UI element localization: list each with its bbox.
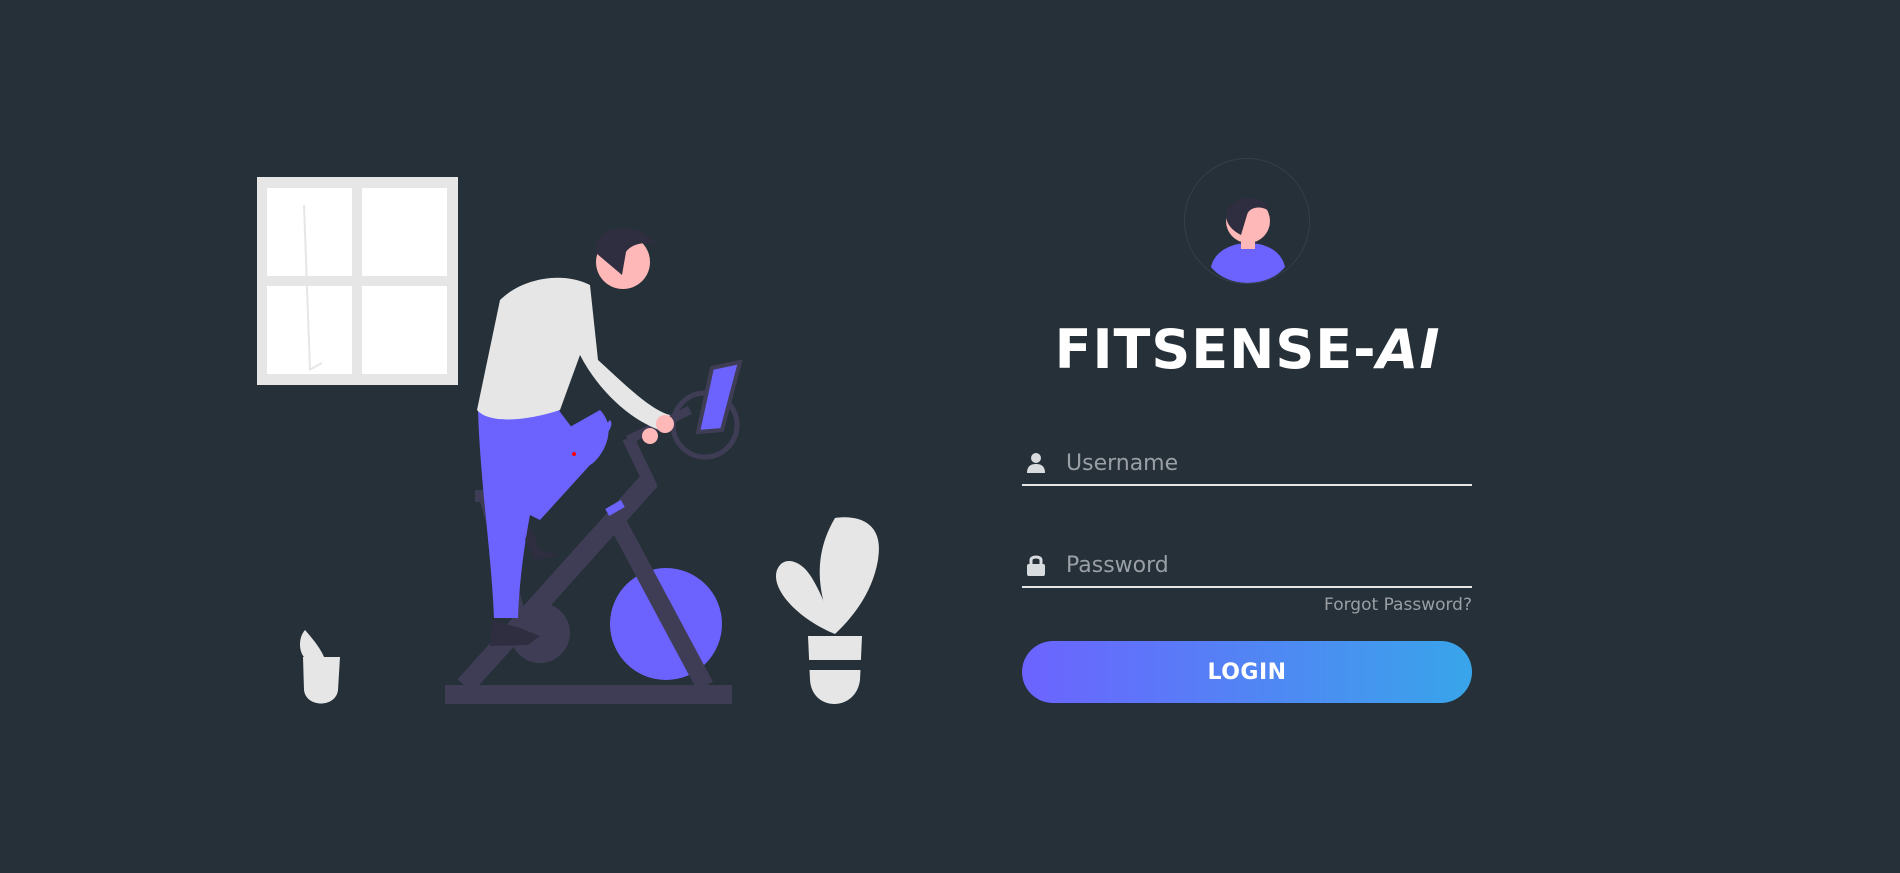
fitness-illustration <box>257 177 880 704</box>
user-icon <box>1027 453 1045 473</box>
large-plant-graphic <box>775 517 880 704</box>
small-plant-graphic <box>299 630 340 704</box>
forgot-password-link[interactable]: Forgot Password? <box>1324 595 1472 615</box>
lock-icon <box>1027 555 1045 576</box>
app-title-main: FITSENSE- <box>1054 318 1377 381</box>
password-field <box>1022 544 1472 588</box>
password-input[interactable] <box>1066 548 1466 582</box>
username-field <box>1022 442 1472 486</box>
avatar-user-icon <box>1185 159 1309 283</box>
app-title-suffix: AI <box>1376 318 1441 381</box>
username-input[interactable] <box>1066 446 1466 480</box>
login-button[interactable]: LOGIN <box>1022 641 1472 703</box>
app-title: FITSENSE-AI <box>1020 320 1475 380</box>
window-graphic <box>257 177 458 385</box>
login-page: FITSENSE-AI Forgot Password? LOGIN <box>0 0 1900 873</box>
avatar <box>1184 158 1310 284</box>
login-panel: FITSENSE-AI Forgot Password? LOGIN <box>1020 155 1475 715</box>
